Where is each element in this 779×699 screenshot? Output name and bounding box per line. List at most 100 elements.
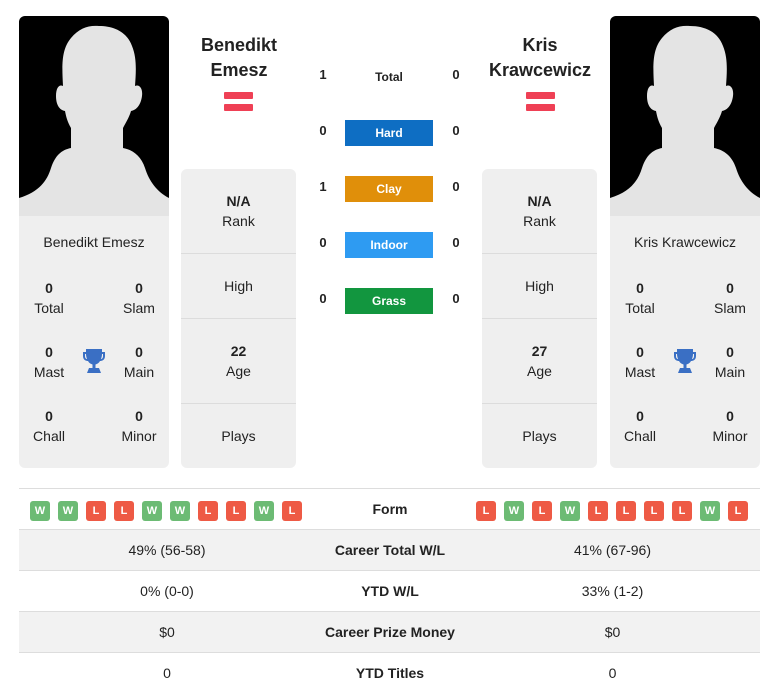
table-row: 0% (0-0) YTD W/L 33% (1-2) — [19, 570, 760, 611]
form-badge-win[interactable]: W — [560, 501, 580, 521]
h2h-indoor-p1: 0 — [319, 235, 327, 250]
age-label: Age — [226, 363, 251, 379]
form-badge-loss[interactable]: L — [226, 501, 246, 521]
player1-stat-mast: 0 Mast — [19, 342, 79, 382]
player2-value: 41% (67-96) — [573, 542, 652, 558]
surface-hard[interactable]: Hard — [345, 120, 433, 146]
h2h-grass-p1: 0 — [319, 291, 327, 306]
form-badge-loss[interactable]: L — [588, 501, 608, 521]
player2-age: 27 Age — [482, 319, 597, 404]
player2-value: 33% (1-2) — [581, 583, 644, 599]
stat-value: 0 — [636, 280, 644, 296]
surface-grass[interactable]: Grass — [345, 288, 433, 314]
h2h-total-p1: 1 — [319, 67, 327, 82]
player2-stat-slam: 0 Slam — [700, 278, 760, 318]
plays-label: Plays — [221, 428, 256, 444]
stat-label: Minor — [712, 428, 748, 444]
rank-value: N/A — [226, 193, 251, 209]
stat-label: Chall — [33, 428, 65, 444]
flag-icon — [224, 91, 253, 113]
h2h-total-p2: 0 — [452, 67, 460, 82]
stat-value: 0 — [45, 344, 53, 360]
stat-value: 0 — [45, 408, 53, 424]
form-badge-loss[interactable]: L — [86, 501, 106, 521]
h2h-hard-p2: 0 — [452, 123, 460, 138]
player1-age: 22 Age — [181, 319, 296, 404]
surface-clay[interactable]: Clay — [345, 176, 433, 202]
form-badge-loss[interactable]: L — [114, 501, 134, 521]
form-badge-loss[interactable]: L — [672, 501, 692, 521]
player2-stat-total: 0 Total — [610, 278, 670, 318]
player2-photo — [610, 16, 760, 216]
player2-name-line2: Krawcewicz — [488, 60, 592, 80]
player1-info: N/A Rank High 22 Age Plays — [181, 169, 296, 468]
player1-value: 49% (56-58) — [128, 542, 206, 558]
player1-high: High — [181, 254, 296, 319]
form-badge-loss[interactable]: L — [198, 501, 218, 521]
player1-value: 0% (0-0) — [140, 583, 194, 599]
trophy-icon — [83, 349, 105, 373]
stat-value: 0 — [726, 280, 734, 296]
player1-stat-chall: 0 Chall — [19, 406, 79, 446]
form-badge-win[interactable]: W — [58, 501, 78, 521]
stat-label: Slam — [123, 300, 155, 316]
player2-stat-chall: 0 Chall — [610, 406, 670, 446]
player1-stat-minor: 0 Minor — [109, 406, 169, 446]
stat-label: Mast — [624, 364, 656, 380]
flag-icon — [526, 91, 555, 113]
form-badge-win[interactable]: W — [142, 501, 162, 521]
stat-label: Slam — [714, 300, 746, 316]
player1-value: $0 — [159, 624, 175, 640]
stat-value: 0 — [636, 344, 644, 360]
h2h-total-label: Total — [375, 70, 403, 84]
stat-label: Mast — [33, 364, 65, 380]
form-badge-loss[interactable]: L — [728, 501, 748, 521]
surface-indoor[interactable]: Indoor — [345, 232, 433, 258]
player2-card: Kris Krawcewicz 0 Total 0 Slam 0 Mast 0 … — [610, 16, 760, 468]
stat-value: 0 — [135, 344, 143, 360]
player2-name-link[interactable]: Kris Krawcewicz — [470, 33, 610, 83]
stat-label: Minor — [121, 428, 157, 444]
form-badge-win[interactable]: W — [170, 501, 190, 521]
player1-name-line2: Emesz — [210, 60, 268, 80]
form-badge-win[interactable]: W — [30, 501, 50, 521]
player1-photo — [19, 16, 169, 216]
rank-value: N/A — [527, 193, 552, 209]
form-row: WWLLWWLLWL Form LWLWLLLLWL — [19, 488, 760, 529]
player2-card-name: Kris Krawcewicz — [634, 234, 736, 250]
form-badge-loss[interactable]: L — [616, 501, 636, 521]
avatar-silhouette-icon — [610, 25, 760, 216]
form-badge-loss[interactable]: L — [644, 501, 664, 521]
h2h-indoor-p2: 0 — [452, 235, 460, 250]
form-badge-loss[interactable]: L — [476, 501, 496, 521]
player1-card-name: Benedikt Emesz — [43, 234, 145, 250]
high-label: High — [224, 278, 253, 294]
plays-label: Plays — [522, 428, 557, 444]
form-badge-win[interactable]: W — [504, 501, 524, 521]
player2-stat-mast: 0 Mast — [610, 342, 670, 382]
player2-info: N/A Rank High 27 Age Plays — [482, 169, 597, 468]
player1-plays: Plays — [181, 404, 296, 468]
stat-label: Main — [123, 364, 155, 380]
player1-stat-slam: 0 Slam — [109, 278, 169, 318]
player1-name-link[interactable]: Benedikt Emesz — [169, 33, 309, 83]
table-row: $0 Career Prize Money $0 — [19, 611, 760, 652]
stat-label: Total — [625, 300, 655, 316]
stat-value: 0 — [636, 408, 644, 424]
stat-value: 0 — [135, 280, 143, 296]
table-row: 0 YTD Titles 0 — [19, 652, 760, 693]
stat-value: 0 — [726, 344, 734, 360]
player2-plays: Plays — [482, 404, 597, 468]
row-label: Career Total W/L — [334, 542, 446, 558]
form-badge-loss[interactable]: L — [532, 501, 552, 521]
stat-value: 0 — [45, 280, 53, 296]
player2-form: LWLWLLLLWL — [476, 501, 748, 521]
h2h-grass-p2: 0 — [452, 291, 460, 306]
row-label: YTD Titles — [355, 665, 425, 681]
player1-name-line1: Benedikt — [200, 35, 278, 55]
form-badge-win[interactable]: W — [254, 501, 274, 521]
rank-label: Rank — [222, 213, 255, 229]
form-badge-win[interactable]: W — [700, 501, 720, 521]
stat-value: 0 — [135, 408, 143, 424]
form-badge-loss[interactable]: L — [282, 501, 302, 521]
